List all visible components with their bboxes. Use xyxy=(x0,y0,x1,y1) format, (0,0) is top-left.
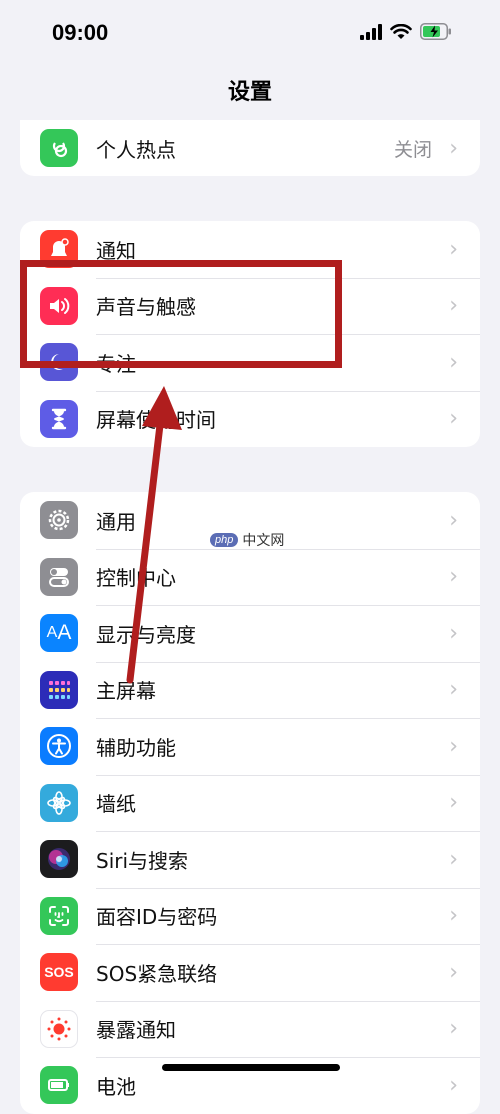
watermark-logo: php xyxy=(210,533,239,547)
watermark-text: 中文网 xyxy=(242,533,285,549)
watermark: php 中文网 xyxy=(210,530,284,550)
home-indicator[interactable] xyxy=(162,1064,340,1071)
